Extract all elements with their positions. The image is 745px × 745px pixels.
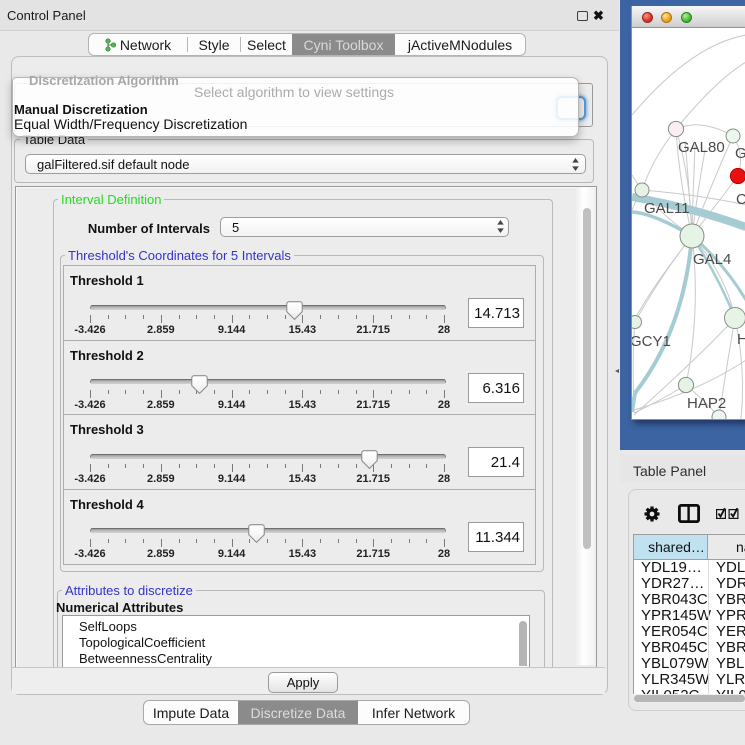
svg-text:GA: GA <box>735 145 745 162</box>
svg-text:HAP2: HAP2 <box>687 395 726 412</box>
svg-text:C: C <box>736 191 745 208</box>
svg-text:GAL80: GAL80 <box>678 139 725 156</box>
svg-text:GAL11: GAL11 <box>644 200 690 217</box>
svg-text:GCY1: GCY1 <box>631 333 671 350</box>
svg-text:GAL4: GAL4 <box>693 251 731 268</box>
svg-text:H: H <box>737 331 745 348</box>
